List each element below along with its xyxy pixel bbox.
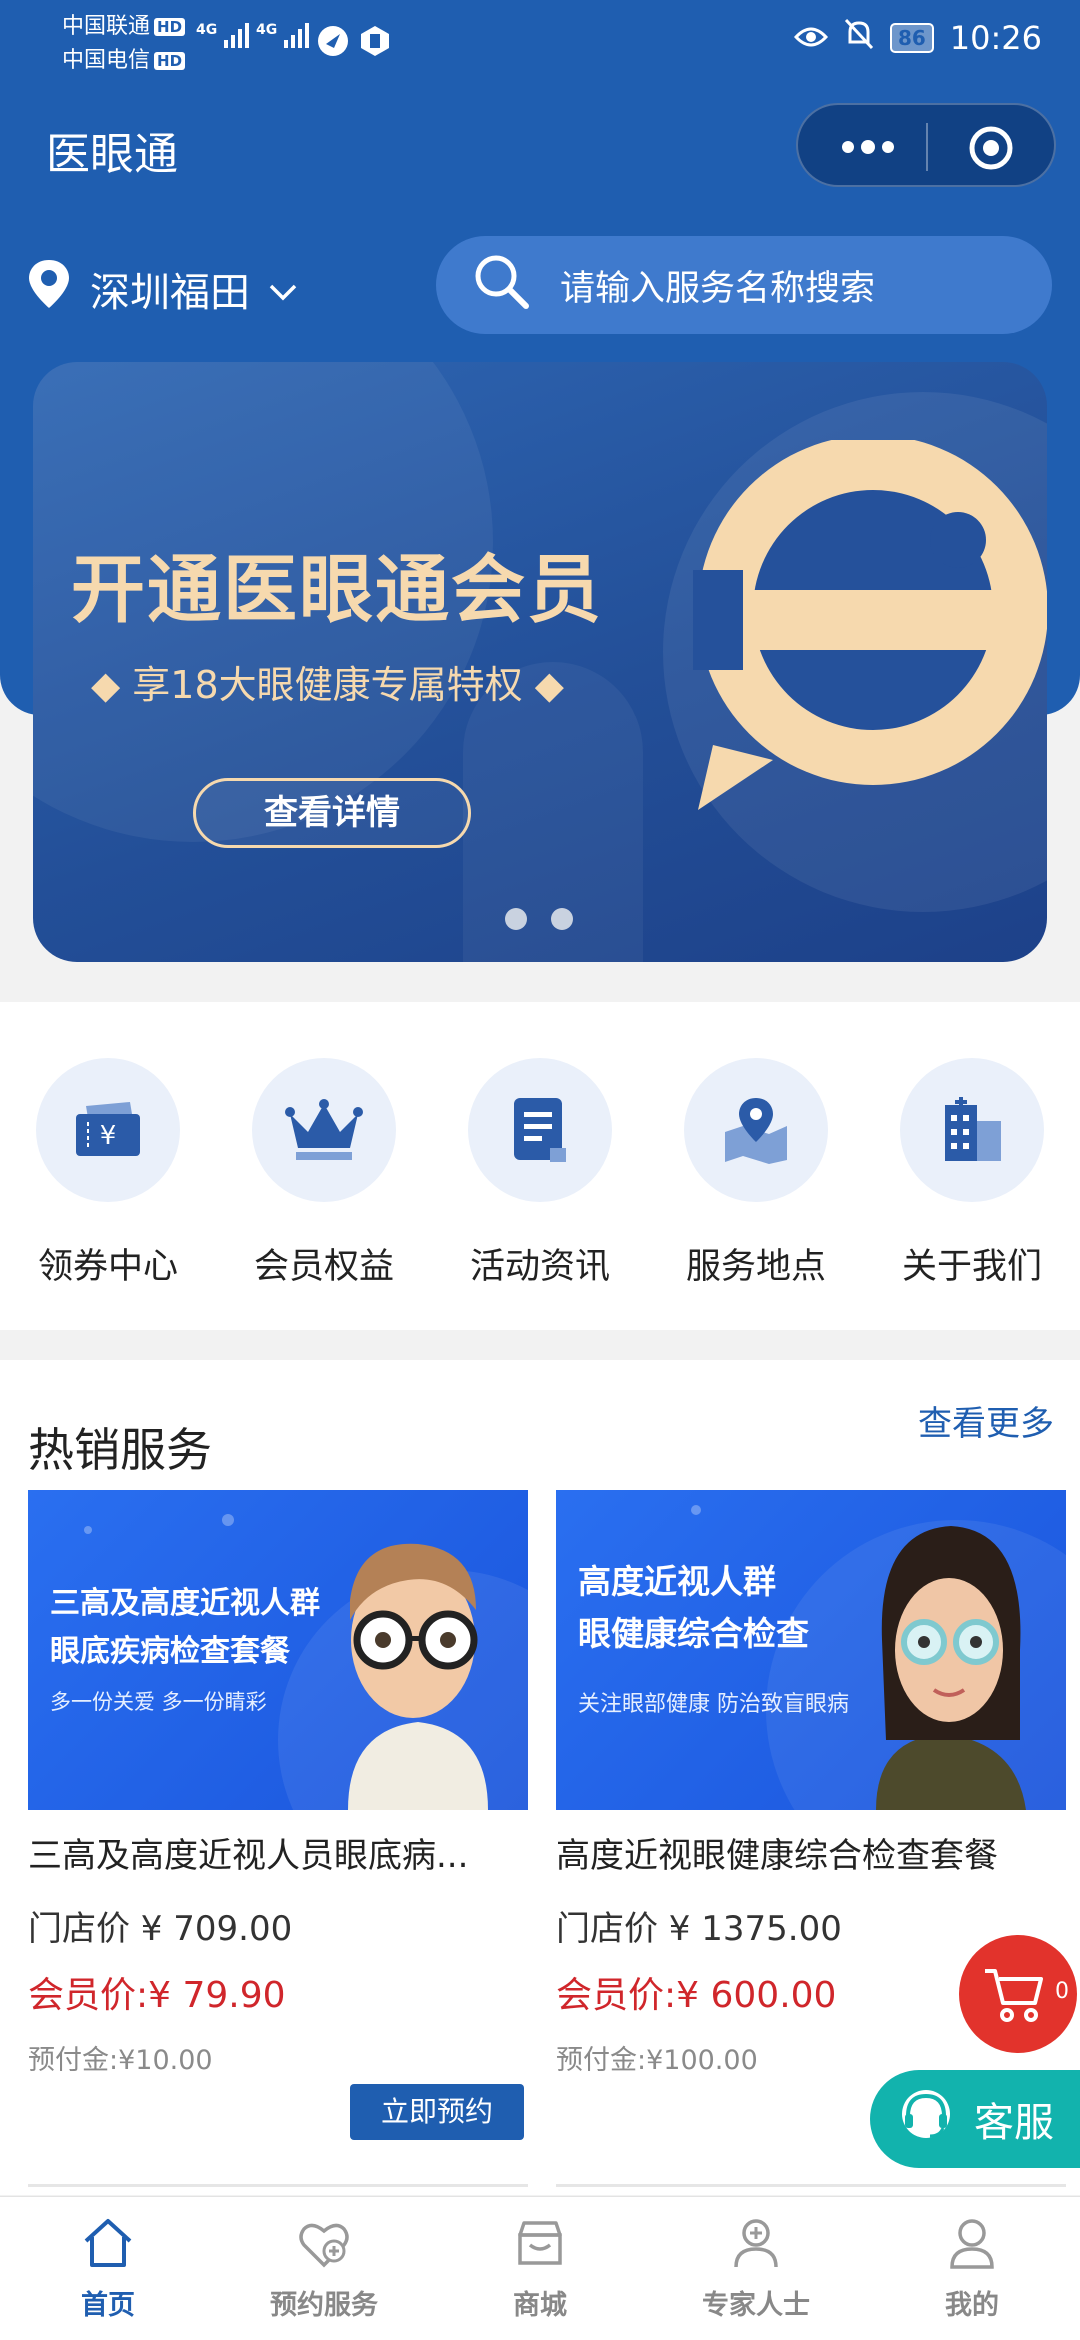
cart-button[interactable]: 0 — [959, 1935, 1077, 2053]
service-image-tagline: 多一份关爱 多一份睛彩 — [50, 1690, 267, 1714]
eye-icon — [793, 19, 828, 57]
pager-dot[interactable] — [505, 908, 527, 930]
deposit-amount: 预付金:¥10.00 — [28, 2045, 213, 2076]
headset-icon — [896, 2084, 956, 2154]
tab-shop[interactable]: 商城 — [432, 2215, 648, 2322]
status-right-group: 86 10:26 — [793, 18, 1042, 58]
pager-dot[interactable] — [551, 908, 573, 930]
user-icon — [950, 2219, 994, 2269]
quick-link-label: 关于我们 — [901, 1247, 1042, 1287]
cart-icon — [983, 1965, 1045, 2029]
tab-home[interactable]: 首页 — [0, 2215, 216, 2322]
app-notification-icon — [358, 24, 392, 62]
service-image: 三高及高度近视人群 眼底疾病检查套餐 多一份关爱 多一份睛彩 — [28, 1490, 528, 1810]
shop-icon — [518, 2221, 562, 2265]
headline-line: 眼健康综合检查 — [578, 1614, 809, 1653]
network-type-2: 4G — [256, 22, 278, 38]
tab-appointments[interactable]: 预约服务 — [216, 2215, 432, 2322]
quick-link-coupons[interactable]: ¥ 领券中心 — [8, 1058, 208, 1289]
service-name: 三高及高度近视人员眼底病... — [28, 1836, 469, 1876]
tab-label: 我的 — [945, 2290, 999, 2321]
book-now-button[interactable]: 立即预约 — [350, 2084, 524, 2140]
crown-icon — [252, 1058, 396, 1202]
quick-link-label: 会员权益 — [253, 1247, 394, 1287]
location-pin-icon — [26, 258, 72, 320]
search-icon — [472, 252, 530, 319]
quick-link-service-locations[interactable]: 服务地点 — [656, 1058, 856, 1289]
tab-experts[interactable]: 专家人士 — [648, 2215, 864, 2322]
map-pin-icon — [684, 1058, 828, 1202]
mute-bell-icon — [844, 18, 874, 58]
status-bar: 中国联通 HD 中国电信 HD 4G 4G 86 10:26 — [0, 0, 1080, 80]
doctor-icon — [734, 2219, 778, 2268]
tab-label: 首页 — [81, 2290, 135, 2321]
network-type-1: 4G — [196, 22, 218, 38]
clock: 10:26 — [949, 19, 1042, 57]
quick-link-label: 领券中心 — [37, 1247, 178, 1287]
tab-profile[interactable]: 我的 — [864, 2215, 1080, 2322]
banner-pager — [505, 908, 573, 930]
location-label: 深圳福田 — [90, 270, 250, 316]
carrier-2: 中国电信 — [62, 48, 151, 73]
quick-link-about-us[interactable]: 关于我们 — [872, 1058, 1072, 1289]
headline-line: 眼底疾病检查套餐 — [50, 1634, 290, 1669]
banner-subtitle: ◆ 享18大眼健康专属特权 ◆ — [91, 663, 564, 707]
headline-line: 高度近视人群 — [578, 1562, 776, 1601]
bottom-tab-bar: 首页 预约服务 商城 专家人士 我的 — [0, 2196, 1080, 2340]
building-icon — [900, 1058, 1044, 1202]
cart-count: 0 — [1055, 1979, 1069, 2004]
signal-icon: 4G — [196, 22, 252, 53]
battery-indicator: 86 — [889, 23, 934, 53]
more-options-icon[interactable] — [838, 129, 938, 165]
mini-program-capsule — [796, 103, 1056, 187]
quick-link-label: 服务地点 — [685, 1247, 826, 1287]
headline-line: 三高及高度近视人群 — [50, 1586, 320, 1621]
tab-label: 专家人士 — [702, 2290, 810, 2321]
search-input[interactable]: 请输入服务名称搜索 — [436, 236, 1052, 334]
svg-text:¥: ¥ — [100, 1121, 117, 1151]
app-notification-icon — [316, 24, 350, 62]
search-placeholder: 请输入服务名称搜索 — [560, 268, 876, 309]
coupon-icon: ¥ — [36, 1058, 180, 1202]
promo-banner[interactable]: 开通医眼通会员 ◆ 享18大眼健康专属特权 ◆ 查看详情 — [33, 362, 1047, 962]
member-price: 会员价:¥ 79.90 — [28, 1975, 286, 2016]
quick-link-label: 活动资讯 — [469, 1247, 610, 1287]
signal-icon: 4G — [256, 22, 312, 53]
store-price: 门店价 ¥ 709.00 — [28, 1909, 293, 1949]
location-selector[interactable]: 深圳福田 — [26, 258, 298, 320]
banner-detail-button[interactable]: 查看详情 — [193, 778, 471, 848]
home-icon — [84, 2219, 132, 2267]
app-logo-icon — [683, 435, 1047, 884]
service-image-headline: 三高及高度近视人群 眼底疾病检查套餐 — [50, 1580, 320, 1676]
hd-badge: HD — [154, 52, 186, 70]
chevron-down-icon — [268, 266, 298, 312]
carrier-1: 中国联通 — [62, 14, 151, 39]
quick-link-member-benefits[interactable]: 会员权益 — [224, 1058, 424, 1289]
service-image: 高度近视人群 眼健康综合检查 关注眼部健康 防治致盲眼病 — [556, 1490, 1066, 1810]
document-icon — [468, 1058, 612, 1202]
view-more-link[interactable]: 查看更多 — [918, 1396, 1054, 1445]
service-card[interactable]: 三高及高度近视人群 眼底疾病检查套餐 多一份关爱 多一份睛彩 三高及高度近视人员… — [28, 1490, 528, 2077]
card-divider — [28, 2184, 528, 2194]
quick-links-grid: ¥ 领券中心 会员权益 活动资讯 服务地点 关于我们 — [0, 1002, 1080, 1330]
service-image-tagline: 关注眼部健康 防治致盲眼病 — [578, 1692, 849, 1717]
service-image-headline: 高度近视人群 眼健康综合检查 — [578, 1556, 809, 1660]
banner-title: 开通医眼通会员 — [71, 547, 603, 633]
app-title: 医眼通 — [46, 129, 178, 180]
customer-service-label: 客服 — [974, 2100, 1054, 2146]
customer-service-button[interactable]: 客服 — [870, 2070, 1080, 2168]
carrier-info: 中国联通 HD 中国电信 HD — [62, 10, 186, 78]
section-title: 热销服务 — [28, 1423, 212, 1477]
tab-label: 商城 — [513, 2290, 567, 2321]
quick-link-activities[interactable]: 活动资讯 — [440, 1058, 640, 1289]
capsule-divider — [926, 123, 928, 171]
close-target-icon[interactable] — [968, 125, 1014, 175]
card-divider — [556, 2184, 1066, 2194]
tab-label: 预约服务 — [270, 2290, 378, 2321]
service-name: 高度近视眼健康综合检查套餐 — [556, 1836, 998, 1876]
appointment-icon — [299, 2223, 349, 2268]
hd-badge: HD — [154, 18, 186, 36]
